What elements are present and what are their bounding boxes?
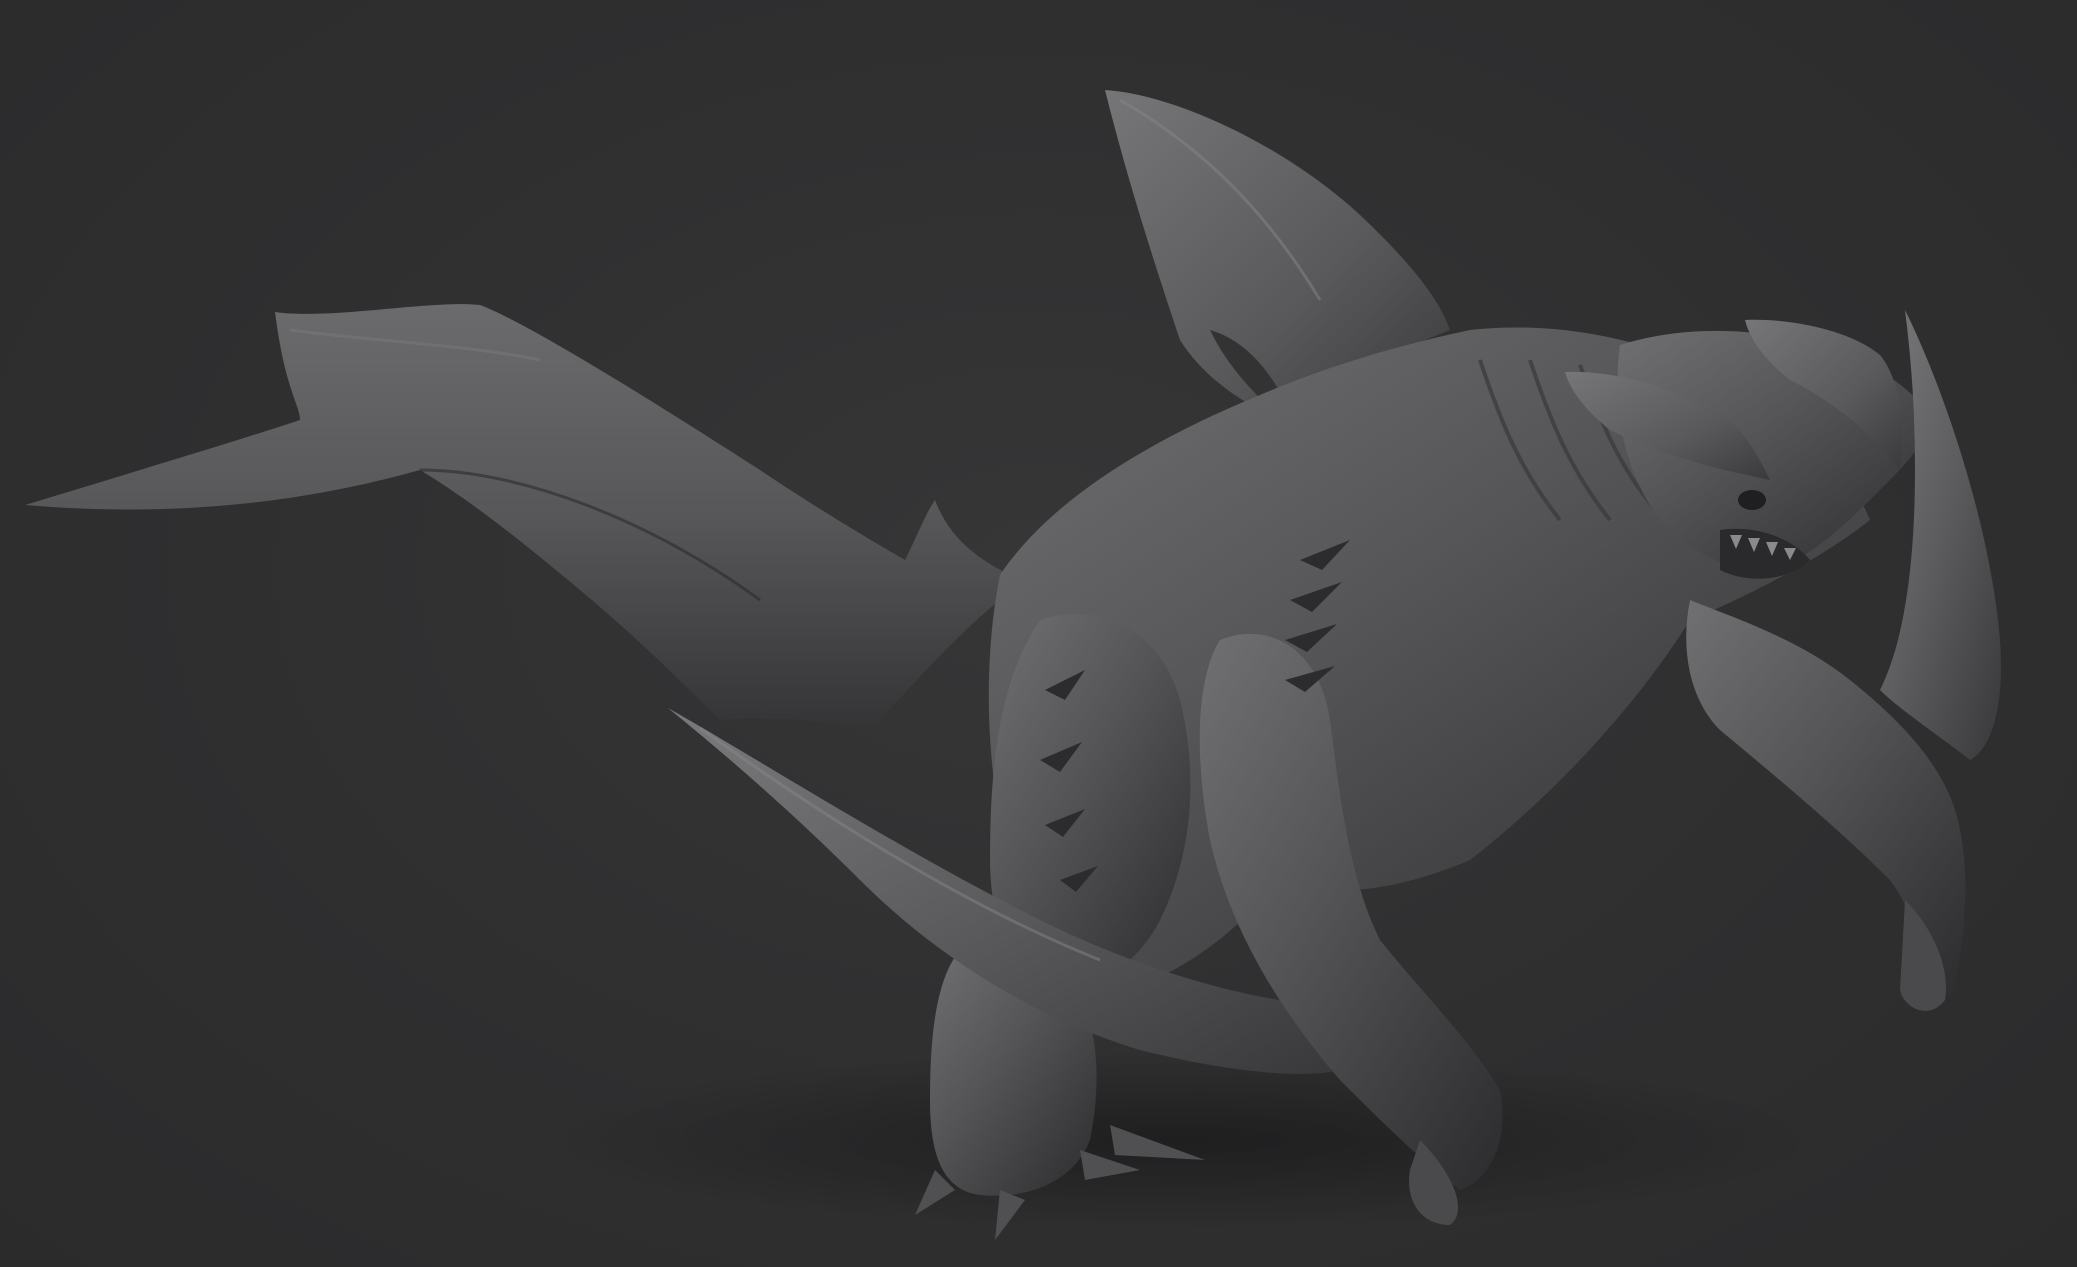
sculpt-viewport[interactable] [0,0,2077,1267]
kaiju-sculpt [25,90,2001,1240]
